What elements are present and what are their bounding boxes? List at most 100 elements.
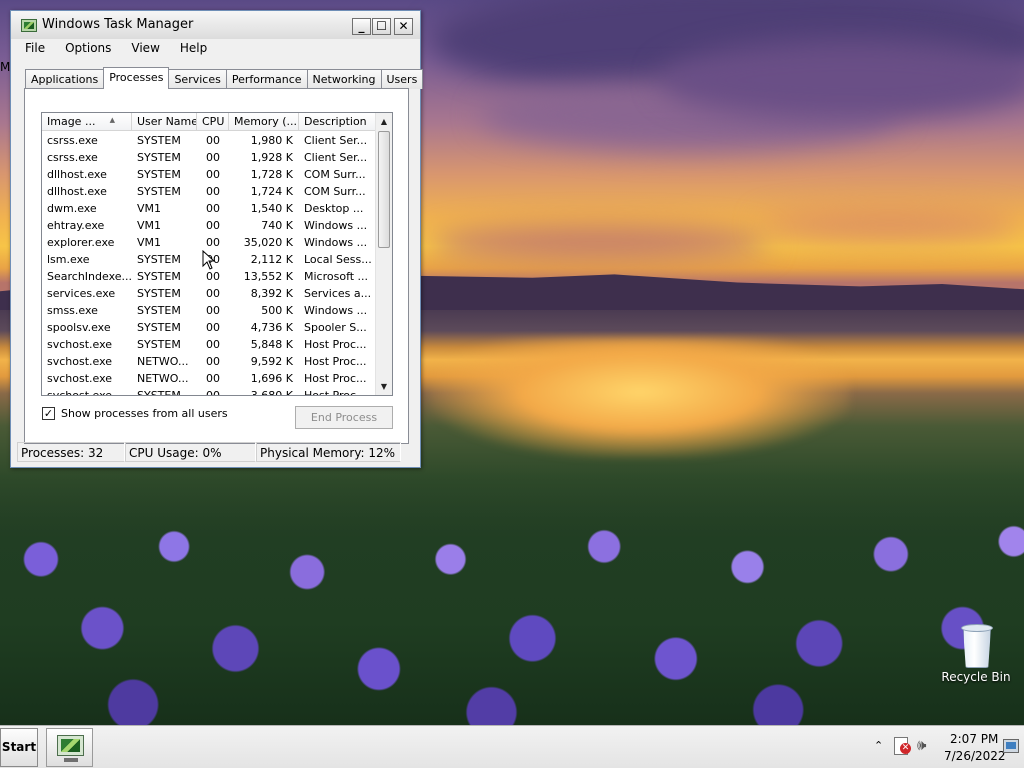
scroll-up-arrow-icon[interactable]: ▲ (376, 113, 392, 130)
process-user-name: SYSTEM (137, 287, 181, 300)
table-row[interactable]: services.exe SYSTEM 00 8,392 K Services a... (42, 285, 376, 302)
task-manager-window: Windows Task Manager _ ☐ ✕ File Options … (10, 10, 424, 468)
process-memory: 5,848 K (250, 338, 293, 351)
process-cpu: 00 (206, 219, 220, 232)
scroll-down-arrow-icon[interactable]: ▼ (376, 378, 392, 395)
table-row[interactable]: spoolsv.exe SYSTEM 00 4,736 K Spooler S... (42, 319, 376, 336)
maximize-button[interactable]: ☐ (372, 18, 391, 35)
process-description: Spooler S... (304, 321, 367, 334)
process-description: Host Proc... (304, 389, 367, 396)
column-memory[interactable]: Memory (... (229, 113, 299, 131)
table-row[interactable]: smss.exe SYSTEM 00 500 K Windows ... (42, 302, 376, 319)
menu-view[interactable]: View (118, 39, 166, 59)
process-memory: 2,112 K (250, 253, 293, 266)
table-row[interactable]: svchost.exe SYSTEM 00 3,680 K Host Proc... (42, 387, 376, 396)
process-description: Windows ... (304, 304, 368, 317)
task-manager-icon (57, 735, 84, 762)
process-image-name: SearchIndexe... (47, 270, 132, 283)
menu-file[interactable]: File (11, 39, 52, 59)
table-row[interactable]: csrss.exe SYSTEM 00 1,980 K Client Ser... (42, 132, 376, 149)
process-cpu: 00 (206, 338, 220, 351)
minimize-button[interactable]: _ (352, 18, 371, 35)
status-physical-memory: Physical Memory: 12% (256, 442, 401, 462)
process-image-name: ehtray.exe (47, 219, 105, 232)
process-memory: 1,724 K (250, 185, 293, 198)
menu-help[interactable]: Help (167, 39, 214, 59)
process-cpu: 00 (206, 134, 220, 147)
process-user-name: VM1 (137, 202, 162, 215)
window-title: Windows Task Manager (42, 17, 194, 32)
process-image-name: svchost.exe (47, 355, 113, 368)
process-memory: 3,680 K (250, 389, 293, 396)
title-bar[interactable]: Windows Task Manager _ ☐ ✕ (11, 11, 420, 39)
end-process-button[interactable]: End Process (295, 406, 393, 429)
process-user-name: SYSTEM (137, 185, 181, 198)
show-all-users-checkbox[interactable]: ✓ Show processes from all users (42, 407, 228, 420)
table-row[interactable]: svchost.exe NETWO... 00 9,592 K Host Proc... (42, 353, 376, 370)
close-icon: ✕ (398, 19, 409, 33)
column-description[interactable]: Description (299, 113, 376, 131)
tab-performance[interactable]: Performance (225, 69, 308, 89)
taskbar-task-manager-button[interactable] (46, 728, 93, 767)
show-hidden-icons-chevron-icon[interactable]: ⌃ (874, 739, 883, 752)
process-cpu: 00 (206, 287, 220, 300)
cloud (430, 225, 770, 261)
process-memory: 1,928 K (250, 151, 293, 164)
process-image-name: csrss.exe (47, 151, 98, 164)
process-memory: 35,020 K (243, 236, 293, 249)
table-row[interactable]: dllhost.exe SYSTEM 00 1,724 K COM Surr... (42, 183, 376, 200)
column-image-name[interactable]: Image ... ▲ (42, 113, 132, 131)
process-user-name: NETWO... (137, 372, 189, 385)
menu-options[interactable]: Options (52, 39, 118, 59)
table-row[interactable]: svchost.exe NETWO... 00 1,696 K Host Proc... (42, 370, 376, 387)
column-user-name[interactable]: User Name (132, 113, 197, 131)
cloud (660, 40, 1024, 120)
table-row[interactable]: dwm.exe VM1 00 1,540 K Desktop ... (42, 200, 376, 217)
scrollbar-thumb[interactable] (378, 131, 390, 248)
process-memory: 4,736 K (250, 321, 293, 334)
vertical-scrollbar[interactable]: ▲ ▼ (375, 113, 392, 395)
process-image-name: spoolsv.exe (47, 321, 111, 334)
close-button[interactable]: ✕ (394, 18, 413, 35)
process-description: COM Surr... (304, 168, 366, 181)
show-desktop-icon[interactable] (1003, 739, 1019, 753)
action-center-flag-icon[interactable] (894, 737, 911, 755)
table-row[interactable]: ehtray.exe VM1 00 740 K Windows ... (42, 217, 376, 234)
process-user-name: SYSTEM (137, 253, 181, 266)
process-user-name: NETWO... (137, 355, 189, 368)
tab-services[interactable]: Services (168, 69, 227, 89)
process-cpu: 00 (206, 372, 220, 385)
start-button[interactable]: Start (0, 728, 38, 767)
table-row[interactable]: svchost.exe SYSTEM 00 5,848 K Host Proc... (42, 336, 376, 353)
table-row[interactable]: csrss.exe SYSTEM 00 1,928 K Client Ser... (42, 149, 376, 166)
recycle-bin-desktop-icon[interactable]: Recycle Bin (940, 622, 1012, 684)
table-row[interactable]: SearchIndexe... SYSTEM 00 13,552 K Microsoft… (42, 268, 376, 285)
process-user-name: SYSTEM (137, 168, 181, 181)
process-list[interactable]: Image ... ▲ User Name CPU Memory (... De… (41, 112, 393, 396)
status-cpu-usage: CPU Usage: 0% (125, 442, 256, 462)
process-user-name: VM1 (137, 236, 162, 249)
table-row[interactable]: explorer.exe VM1 00 35,020 K Windows ... (42, 234, 376, 251)
tab-applications[interactable]: Applications (25, 69, 105, 89)
clock-date[interactable]: 7/26/2022 (944, 749, 1006, 763)
menu-bar: File Options View Help (11, 39, 420, 59)
process-cpu: 00 (206, 304, 220, 317)
process-description: Windows ... (304, 219, 368, 232)
water-reflection (430, 338, 850, 458)
process-user-name: SYSTEM (137, 338, 181, 351)
show-all-users-label: Show processes from all users (61, 407, 228, 420)
table-row[interactable]: dllhost.exe SYSTEM 00 1,728 K COM Surr... (42, 166, 376, 183)
column-cpu[interactable]: CPU (197, 113, 229, 131)
process-user-name: SYSTEM (137, 321, 181, 334)
tab-processes[interactable]: Processes (103, 67, 170, 89)
tab-users[interactable]: Users (380, 69, 424, 89)
process-image-name: dwm.exe (47, 202, 97, 215)
taskbar: Start ⌃ 🕪 2:07 PM 7/26/2022 (0, 725, 1024, 768)
clock-time[interactable]: 2:07 PM (950, 732, 998, 746)
task-manager-icon (21, 19, 37, 32)
cloud (760, 210, 1020, 240)
tab-networking[interactable]: Networking (306, 69, 382, 89)
volume-icon[interactable]: 🕪 (917, 736, 926, 754)
clipped-desktop-label: M (0, 60, 11, 74)
process-image-name: dllhost.exe (47, 168, 107, 181)
